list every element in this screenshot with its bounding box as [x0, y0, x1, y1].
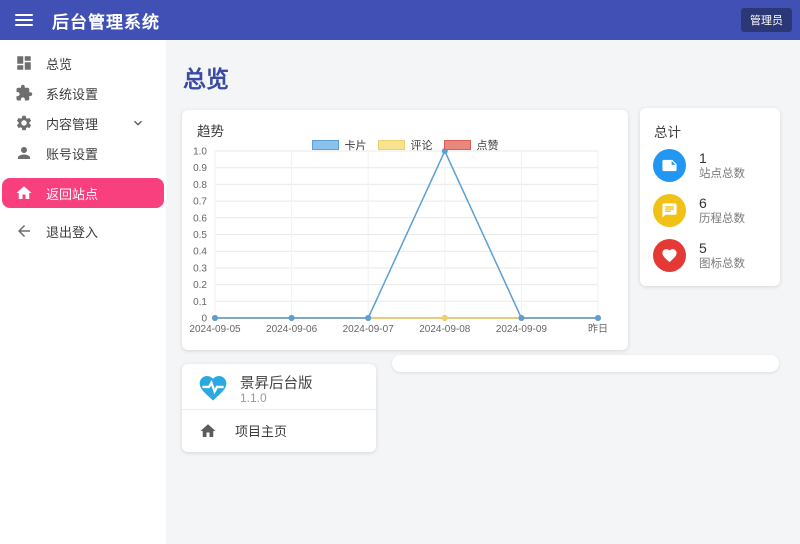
sidebar-item-system-settings[interactable]: 系统设置 [0, 78, 166, 108]
svg-text:昨日: 昨日 [588, 323, 608, 335]
chevron-down-icon[interactable] [130, 115, 146, 131]
empty-panel [392, 355, 779, 372]
stat-label: 站点总数 [699, 167, 745, 182]
legend-item[interactable]: 点赞 [444, 137, 499, 153]
person-icon [15, 144, 33, 162]
app-version: 1.1.0 [240, 391, 267, 405]
chat-icon [653, 194, 686, 227]
arrow-left-icon [15, 222, 33, 240]
svg-text:2024-09-06: 2024-09-06 [266, 324, 318, 335]
chart-legend: 卡片 评论 点赞 [182, 137, 628, 153]
home-icon [199, 422, 217, 440]
totals-panel: 总计 1 站点总数 6 历程总数 5 图标总数 [640, 108, 780, 286]
menu-icon[interactable] [15, 14, 33, 26]
svg-text:2024-09-08: 2024-09-08 [419, 324, 471, 335]
svg-text:0.7: 0.7 [193, 197, 207, 208]
sidebar-item-label: 内容管理 [46, 114, 98, 133]
svg-text:0.2: 0.2 [193, 280, 207, 291]
admin-badge[interactable]: 管理员 [741, 8, 792, 32]
stat-value: 5 [699, 240, 745, 257]
dashboard-icon [15, 54, 33, 72]
project-home-link[interactable]: 项目主页 [182, 410, 376, 451]
svg-text:0.3: 0.3 [193, 263, 207, 274]
about-card: 景昇后台版 1.1.0 项目主页 [182, 364, 376, 452]
sidebar-item-label: 账号设置 [46, 144, 98, 163]
stat-label: 历程总数 [699, 212, 745, 227]
legend-label: 卡片 [345, 137, 367, 153]
home-icon [15, 184, 33, 202]
stat-sites: 1 站点总数 [653, 149, 772, 182]
note-icon [653, 149, 686, 182]
sidebar-item-account-settings[interactable]: 账号设置 [0, 138, 166, 168]
sidebar-item-label: 返回站点 [46, 184, 98, 203]
gear-icon [15, 114, 33, 132]
app-title: 后台管理系统 [52, 8, 160, 33]
legend-swatch [378, 140, 405, 150]
svg-text:2024-09-07: 2024-09-07 [343, 324, 395, 335]
svg-text:0.4: 0.4 [193, 247, 207, 258]
stat-history: 6 历程总数 [653, 194, 772, 227]
sidebar: 总览 系统设置 内容管理 账号设置 返回站点 退出登入 [0, 40, 166, 544]
stat-value: 1 [699, 150, 745, 167]
svg-text:0: 0 [201, 314, 207, 325]
page-title: 总览 [183, 60, 229, 94]
trend-chart-card: 1.00.90.80.70.60.50.40.30.20.102024-09-0… [182, 110, 628, 350]
sidebar-item-label: 退出登入 [46, 222, 98, 241]
legend-swatch [312, 140, 339, 150]
heart-icon [653, 239, 686, 272]
svg-text:0.1: 0.1 [193, 297, 207, 308]
legend-label: 评论 [411, 137, 433, 153]
stat-icons: 5 图标总数 [653, 239, 772, 272]
sidebar-item-logout[interactable]: 退出登入 [0, 216, 166, 246]
heart-pulse-icon [196, 372, 230, 404]
totals-title: 总计 [654, 121, 681, 141]
svg-text:0.6: 0.6 [193, 213, 207, 224]
stat-value: 6 [699, 195, 745, 212]
sidebar-item-content-management[interactable]: 内容管理 [0, 108, 166, 138]
top-bar: 后台管理系统 管理员 [0, 0, 800, 40]
legend-item[interactable]: 评论 [378, 137, 433, 153]
svg-text:0.9: 0.9 [193, 163, 207, 174]
puzzle-icon [15, 84, 33, 102]
svg-text:0.8: 0.8 [193, 180, 207, 191]
sidebar-item-label: 系统设置 [46, 84, 98, 103]
legend-label: 点赞 [477, 137, 499, 153]
svg-text:0.5: 0.5 [193, 230, 207, 241]
sidebar-item-back-to-site[interactable]: 返回站点 [2, 178, 164, 208]
legend-swatch [444, 140, 471, 150]
stat-label: 图标总数 [699, 257, 745, 272]
legend-item[interactable]: 卡片 [312, 137, 367, 153]
svg-text:2024-09-09: 2024-09-09 [496, 324, 548, 335]
project-home-label: 项目主页 [235, 421, 287, 440]
app-name: 景昇后台版 [240, 372, 313, 393]
sidebar-item-overview[interactable]: 总览 [0, 48, 166, 78]
sidebar-item-label: 总览 [46, 54, 72, 73]
svg-text:2024-09-05: 2024-09-05 [189, 324, 241, 335]
